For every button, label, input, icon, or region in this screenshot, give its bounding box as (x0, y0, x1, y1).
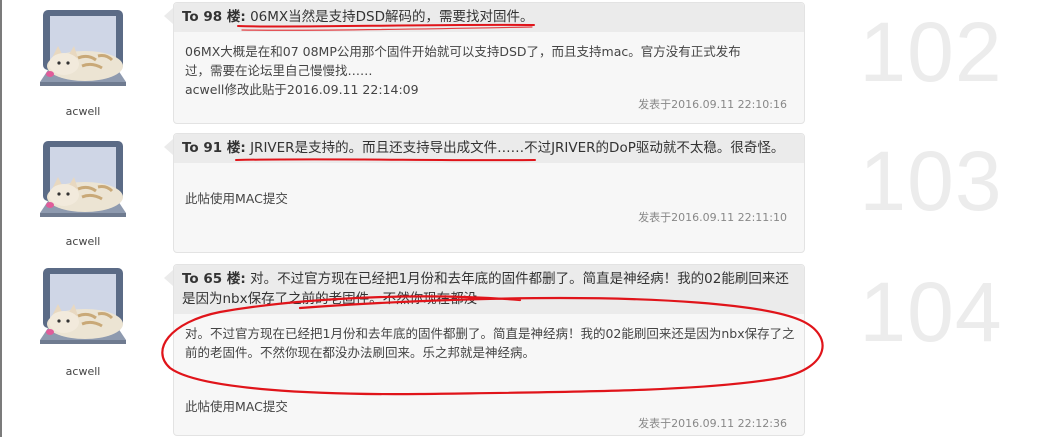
post-timestamp: 发表于2016.09.11 22:11:10 (638, 211, 787, 224)
laptop-cat-avatar-icon[interactable] (38, 139, 128, 225)
username[interactable]: acwell (38, 105, 128, 118)
reply-quote: 06MX当然是支持DSD解码的，需要找对固件。 (250, 9, 534, 25)
floor-number: 102 (859, 5, 1003, 99)
reply-floor-link[interactable]: To 65 楼: (182, 271, 246, 287)
post-timestamp: 发表于2016.09.11 22:12:36 (638, 417, 787, 430)
laptop-cat-avatar-icon[interactable] (38, 266, 128, 352)
post-bubble: To 98 楼: 06MX当然是支持DSD解码的，需要找对固件。 06MX大概是… (173, 2, 805, 124)
post-timestamp: 发表于2016.09.11 22:10:16 (638, 98, 787, 111)
bubble-pointer (164, 139, 173, 155)
forum-post: acwell 103 To 91 楼: JRIVER是支持的。而且还支持导出成文… (0, 131, 1044, 262)
bubble-pointer (164, 270, 173, 286)
reply-header: To 98 楼: 06MX当然是支持DSD解码的，需要找对固件。 (174, 3, 804, 32)
forum-post: acwell 104 To 65 楼: 对。不过官方现在已经把1月份和去年底的固… (0, 262, 1044, 437)
bubble-pointer (164, 8, 173, 24)
post-body: 06MX大概是在和07 08MP公用那个固件开始就可以支持DSD了，而且支持ma… (185, 42, 797, 99)
floor-number: 104 (859, 265, 1003, 359)
floor-number: 103 (859, 134, 1003, 228)
username[interactable]: acwell (38, 235, 128, 248)
reply-header: To 91 楼: JRIVER是支持的。而且还支持导出成文件……不过JRIVER… (174, 134, 804, 163)
laptop-cat-avatar-icon[interactable] (38, 8, 128, 94)
reply-quote: JRIVER是支持的。而且还支持导出成文件……不过JRIVER的DoP驱动就不太… (250, 140, 785, 156)
username[interactable]: acwell (38, 365, 128, 378)
post-body: 对。不过官方现在已经把1月份和去年底的固件都删了。简直是神经病！我的02能刷回来… (185, 326, 795, 360)
reply-floor-link[interactable]: To 91 楼: (182, 140, 246, 156)
reply-floor-link[interactable]: To 98 楼: (182, 9, 246, 25)
forum-post: acwell 102 To 98 楼: 06MX当然是支持DSD解码的，需要找对… (0, 0, 1044, 131)
post-bubble: To 91 楼: JRIVER是支持的。而且还支持导出成文件……不过JRIVER… (173, 133, 805, 253)
post-body: 此帖使用MAC提交 (185, 191, 288, 206)
post-body-line: 过，需要在论坛里自己慢慢找…… (185, 63, 373, 78)
mac-submit-note: 此帖使用MAC提交 (185, 399, 288, 414)
post-bubble: To 65 楼: 对。不过官方现在已经把1月份和去年底的固件都删了。简直是神经病… (173, 264, 805, 436)
post-body-line: 06MX大概是在和07 08MP公用那个固件开始就可以支持DSD了，而且支持ma… (185, 44, 741, 59)
reply-header: To 65 楼: 对。不过官方现在已经把1月份和去年底的固件都删了。简直是神经病… (174, 265, 804, 314)
reply-quote: 对。不过官方现在已经把1月份和去年底的固件都删了。简直是神经病！我的02能刷回来… (182, 271, 789, 307)
